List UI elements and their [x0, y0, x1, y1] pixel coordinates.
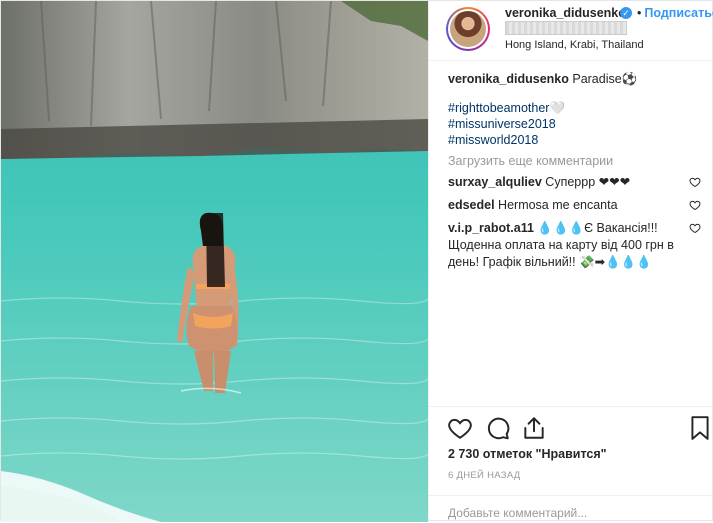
hashtag-link[interactable]: #righttobeamother🤍 [448, 100, 703, 116]
post-sidebar: veronika_didusenko ✓ •Подписаться Hong I… [428, 1, 713, 522]
bookmark-icon[interactable] [687, 415, 713, 441]
comment-item: v.i.p_rabot.a11 💧💧💧Є Вакансія!!! Щоденна… [448, 220, 703, 271]
comment-text: Hermosa me encanta [498, 198, 618, 212]
avatar[interactable] [446, 7, 490, 51]
comment-username[interactable]: surxay_alquliev [448, 175, 542, 189]
instagram-post: veronika_didusenko ✓ •Подписаться Hong I… [0, 0, 713, 522]
post-photo[interactable] [1, 1, 428, 522]
comment-icon[interactable] [485, 415, 511, 441]
follow-separator: • [637, 6, 642, 20]
add-comment-bar[interactable]: Добавьте комментарий... [429, 495, 713, 523]
comment-username[interactable]: edsedel [448, 198, 495, 212]
load-more-comments-button[interactable]: Загрузить еще комментарии [448, 154, 703, 168]
post-photo-image [1, 1, 428, 522]
add-comment-input[interactable]: Добавьте комментарий... [448, 506, 587, 520]
heart-icon[interactable] [689, 199, 701, 211]
verified-badge-icon: ✓ [620, 7, 632, 19]
comment-item: surxay_alquliev Суперрр ❤❤❤ [448, 174, 703, 191]
caption-username[interactable]: veronika_didusenko [448, 72, 569, 86]
blurred-redaction [505, 21, 627, 35]
post-actions: 2 730 отметок "Нравится" 6 ДНЕЙ НАЗАД До… [429, 406, 713, 522]
avatar-image [450, 11, 486, 47]
comment-username[interactable]: v.i.p_rabot.a11 [448, 221, 534, 235]
header-username[interactable]: veronika_didusenko [505, 6, 626, 20]
hashtags: #righttobeamother🤍 #missuniverse2018 #mi… [448, 100, 703, 148]
heart-icon[interactable] [447, 415, 473, 441]
heart-icon[interactable] [689, 222, 701, 234]
hashtag-link[interactable]: #missuniverse2018 [448, 116, 703, 132]
comments-section: veronika_didusenko Paradise⚽ #righttobea… [429, 61, 713, 406]
comment-text: Суперрр ❤❤❤ [545, 175, 631, 189]
hashtag-link[interactable]: #missworld2018 [448, 132, 703, 148]
caption: veronika_didusenko Paradise⚽ [448, 71, 703, 88]
post-date: 6 ДНЕЙ НАЗАД [448, 470, 521, 481]
location-link[interactable]: Hong Island, Krabi, Thailand [505, 39, 644, 51]
heart-icon[interactable] [689, 176, 701, 188]
follow-button[interactable]: •Подписаться [637, 6, 713, 20]
likes-count[interactable]: 2 730 отметок "Нравится" [448, 447, 607, 461]
caption-text: Paradise⚽ [572, 72, 638, 86]
share-icon[interactable] [521, 415, 547, 441]
post-header: veronika_didusenko ✓ •Подписаться Hong I… [429, 1, 713, 61]
comment-item: edsedel Hermosa me encanta [448, 197, 703, 214]
follow-label: Подписаться [644, 6, 713, 20]
